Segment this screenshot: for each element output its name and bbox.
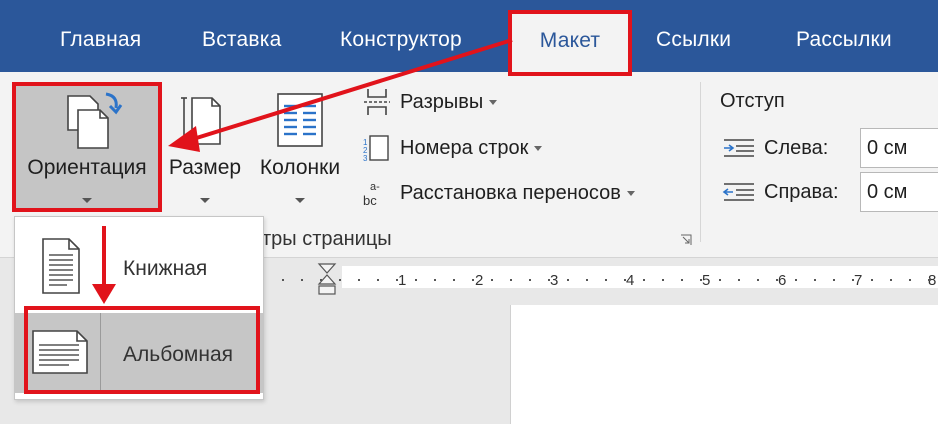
size-label: Размер — [168, 156, 242, 179]
ruler-dot — [339, 279, 341, 281]
chevron-down-icon — [626, 190, 635, 196]
indent-left-label: Слева: — [764, 136, 829, 159]
indent-right-row: Справа: — [722, 172, 839, 212]
line-numbers-icon: 1 2 3 — [363, 135, 389, 163]
indent-right-icon — [722, 183, 754, 201]
tab-references[interactable]: Ссылки — [656, 28, 731, 52]
tab-design[interactable]: Конструктор — [340, 28, 462, 52]
dialog-launcher-icon[interactable] — [680, 234, 692, 246]
ruler-dot — [358, 279, 360, 281]
tab-mailings[interactable]: Рассылки — [796, 28, 892, 52]
highlight-landscape-option — [24, 306, 260, 394]
indent-left-icon — [724, 139, 754, 157]
columns-label: Колонки — [259, 156, 341, 179]
ruler-dot — [510, 279, 512, 281]
size-button[interactable]: Размер — [160, 84, 250, 210]
ruler-dot — [605, 279, 607, 281]
svg-text:bc: bc — [363, 193, 377, 208]
ruler-dot — [396, 279, 398, 281]
line-numbers-label: Номера строк — [400, 136, 529, 159]
columns-button[interactable]: Колонки — [250, 84, 350, 210]
indent-left-input[interactable]: 0 см — [860, 128, 938, 168]
ruler-dot — [472, 279, 474, 281]
ruler-dot — [852, 279, 854, 281]
ruler-dot — [529, 279, 531, 281]
breaks-icon — [364, 89, 390, 115]
hyphenation-button[interactable]: a- bc Расстановка переносов — [362, 175, 635, 211]
indent-title: Отступ — [720, 90, 785, 112]
portrait-page-icon — [42, 238, 80, 294]
ruler-text-area — [342, 266, 938, 288]
ruler-dot — [643, 279, 645, 281]
ruler-dot — [833, 279, 835, 281]
ruler-dot — [928, 279, 930, 281]
breaks-label: Разрывы — [400, 90, 484, 113]
ruler-dot — [700, 279, 702, 281]
ruler-dot — [415, 279, 417, 281]
ruler-dot — [282, 279, 284, 281]
ruler-tick: 6 — [778, 272, 787, 289]
tab-insert[interactable]: Вставка — [202, 28, 281, 52]
ruler-tick: 5 — [702, 272, 711, 289]
ruler-dot — [320, 279, 322, 281]
portrait-option[interactable]: Книжная — [15, 227, 263, 307]
ruler-dot — [890, 279, 892, 281]
highlight-orientation-button — [12, 82, 162, 212]
ruler-dot — [548, 279, 550, 281]
ruler-dot — [719, 279, 721, 281]
ruler-dot — [681, 279, 683, 281]
breaks-button[interactable]: Разрывы — [362, 84, 498, 120]
ruler-tick: 3 — [550, 272, 559, 289]
indent-left-row: Слева: — [722, 128, 828, 168]
indent-marker-icon[interactable] — [316, 262, 338, 302]
ruler-dot — [567, 279, 569, 281]
ruler-tick: 4 — [626, 272, 635, 289]
ruler-dot — [586, 279, 588, 281]
ruler-dot — [795, 279, 797, 281]
columns-icon — [277, 93, 323, 147]
svg-text:3: 3 — [363, 154, 368, 163]
ruler-dot — [757, 279, 759, 281]
ruler-dot — [301, 279, 303, 281]
indent-right-label: Справа: — [764, 180, 839, 203]
highlight-layout-tab — [508, 10, 632, 76]
ruler-dot — [377, 279, 379, 281]
chevron-down-icon — [534, 145, 543, 151]
tab-home[interactable]: Главная — [60, 28, 141, 52]
ruler-dot — [738, 279, 740, 281]
chevron-down-icon — [295, 198, 305, 203]
portrait-label: Книжная — [123, 257, 208, 280]
ribbon-tab-bar: Главная Вставка Конструктор Макет Ссылки… — [0, 0, 938, 74]
ruler-dot — [453, 279, 455, 281]
ruler-dot — [624, 279, 626, 281]
indent-right-input[interactable]: 0 см — [860, 172, 938, 212]
hyphenation-icon: a- bc — [363, 181, 380, 208]
group-separator — [700, 82, 701, 242]
document-page[interactable] — [510, 305, 938, 424]
ruler-dot — [814, 279, 816, 281]
chevron-down-icon — [489, 99, 498, 105]
hyphenation-label: Расстановка переносов — [400, 181, 621, 204]
page-size-icon — [181, 97, 221, 145]
ruler-tick: 2 — [475, 272, 484, 289]
line-numbers-button[interactable]: 1 2 3 Номера строк — [362, 130, 543, 166]
ruler-tick: 1 — [398, 272, 407, 289]
ruler-dot — [434, 279, 436, 281]
ruler-dot — [491, 279, 493, 281]
svg-text:a-: a- — [370, 181, 380, 193]
ruler-tick: 7 — [854, 272, 863, 289]
ruler-dot — [776, 279, 778, 281]
portrait-icon-cell — [15, 227, 101, 307]
chevron-down-icon — [200, 198, 210, 203]
page-setup-group-label: тры страницы — [262, 228, 392, 250]
ruler-dot — [909, 279, 911, 281]
ruler-dot — [871, 279, 873, 281]
ruler-dot — [662, 279, 664, 281]
